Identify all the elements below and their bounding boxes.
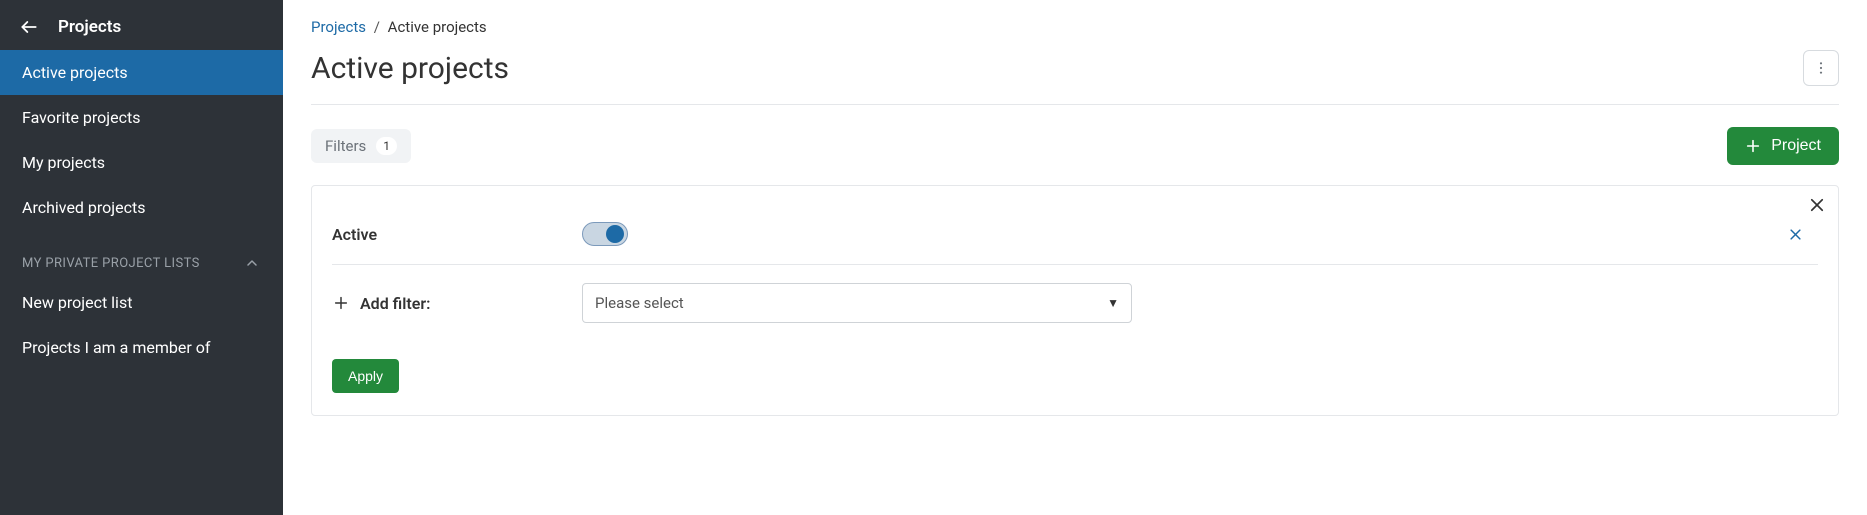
- sidebar-item-label: My projects: [22, 153, 105, 172]
- close-filter-panel-button[interactable]: [1808, 196, 1826, 214]
- sidebar-item-label: Favorite projects: [22, 108, 140, 127]
- main: Projects / Active projects Active projec…: [283, 0, 1867, 515]
- page-title: Active projects: [311, 51, 509, 86]
- apply-filters-button[interactable]: Apply: [332, 359, 399, 393]
- remove-filter-active-button[interactable]: [1788, 227, 1818, 242]
- filter-label-active: Active: [332, 225, 562, 244]
- title-row: Active projects: [311, 50, 1839, 105]
- plus-icon: [332, 294, 350, 312]
- breadcrumb-current: Active projects: [388, 18, 487, 36]
- filter-control-active: [582, 222, 1768, 246]
- sidebar-header: Projects: [0, 0, 283, 50]
- sidebar: Projects Active projects Favorite projec…: [0, 0, 283, 515]
- create-project-label: Project: [1771, 137, 1821, 155]
- sidebar-item-active-projects[interactable]: Active projects: [0, 50, 283, 95]
- kebab-icon: [1813, 60, 1829, 76]
- breadcrumb-root[interactable]: Projects: [311, 18, 366, 36]
- sidebar-item-label: Active projects: [22, 63, 128, 82]
- sidebar-item-label: Archived projects: [22, 198, 145, 217]
- breadcrumb-separator: /: [370, 18, 384, 36]
- sidebar-item-label: New project list: [22, 293, 132, 312]
- filter-label-add: Add filter:: [332, 294, 562, 313]
- sidebar-item-new-project-list[interactable]: New project list: [0, 280, 283, 325]
- filter-row-active: Active: [332, 204, 1818, 265]
- chevron-up-icon: [243, 254, 261, 272]
- back-arrow-icon[interactable]: [18, 16, 40, 38]
- toolbar: Filters 1 Project: [311, 127, 1839, 165]
- filters-count-badge: 1: [376, 137, 397, 155]
- filters-chip[interactable]: Filters 1: [311, 129, 411, 163]
- sidebar-item-label: Projects I am a member of: [22, 338, 210, 357]
- sidebar-section-private-lists[interactable]: MY PRIVATE PROJECT LISTS: [0, 230, 283, 280]
- filter-row-add: Add filter: Please select ▼: [332, 265, 1818, 341]
- more-actions-button[interactable]: [1803, 50, 1839, 86]
- sidebar-item-archived-projects[interactable]: Archived projects: [0, 185, 283, 230]
- plus-icon: [1745, 138, 1761, 154]
- toggle-knob: [606, 225, 624, 243]
- sidebar-item-favorite-projects[interactable]: Favorite projects: [0, 95, 283, 140]
- sidebar-item-my-projects[interactable]: My projects: [0, 140, 283, 185]
- filter-panel: Active Add filter:: [311, 185, 1839, 416]
- create-project-button[interactable]: Project: [1727, 127, 1839, 165]
- sidebar-item-projects-member-of[interactable]: Projects I am a member of: [0, 325, 283, 370]
- filter-control-add: Please select ▼: [582, 283, 1768, 323]
- filter-select[interactable]: Please select ▼: [582, 283, 1132, 323]
- sidebar-section-label: MY PRIVATE PROJECT LISTS: [22, 256, 200, 271]
- sidebar-title: Projects: [58, 17, 121, 37]
- filters-chip-label: Filters: [325, 137, 366, 155]
- active-toggle[interactable]: [582, 222, 628, 246]
- breadcrumb: Projects / Active projects: [311, 18, 1839, 36]
- add-filter-label: Add filter:: [360, 294, 430, 313]
- chevron-down-icon: ▼: [1107, 296, 1119, 310]
- filter-select-placeholder: Please select: [595, 294, 684, 312]
